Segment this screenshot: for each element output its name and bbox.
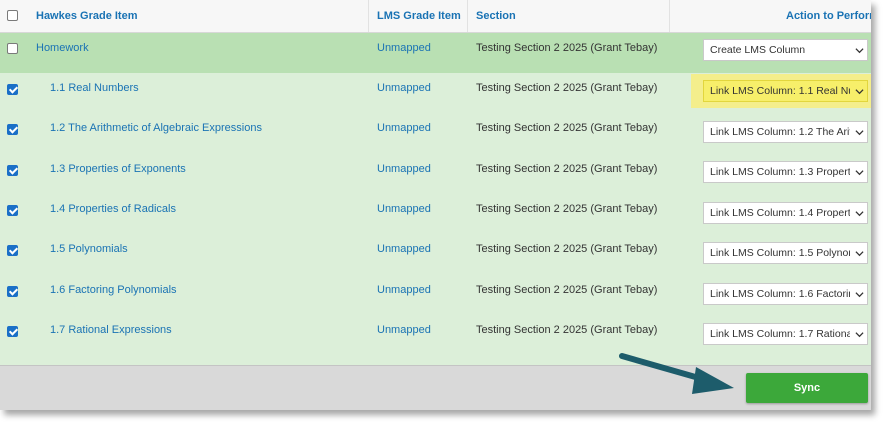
arrow-icon (619, 353, 734, 394)
grade-sync-panel: Hawkes Grade Item LMS Grade Item Section… (0, 0, 871, 410)
